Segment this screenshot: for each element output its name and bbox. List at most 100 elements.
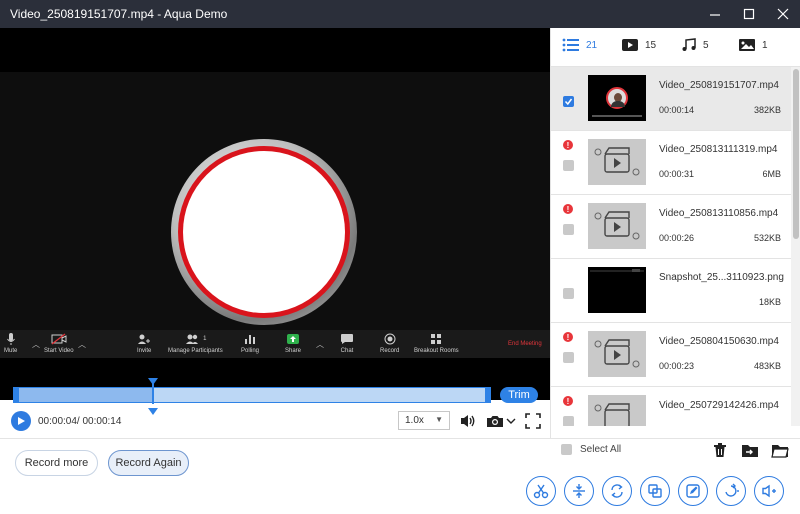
checkbox[interactable] <box>563 416 574 426</box>
move-to-folder-icon[interactable] <box>737 438 763 462</box>
participants-control: 1 Manage Participants <box>168 332 223 354</box>
select-all-checkbox[interactable] <box>561 444 572 455</box>
trim-end-handle[interactable] <box>485 387 491 403</box>
list-item[interactable]: ! Video_250804150630.mp4 00:00:23 483KB <box>551 323 791 387</box>
participants-icon: 1 <box>184 332 207 346</box>
tab-video[interactable]: 15 <box>621 38 656 52</box>
avatar <box>606 87 628 109</box>
fullscreen-icon[interactable] <box>523 411 543 431</box>
video-placeholder-icon <box>594 403 630 426</box>
select-all[interactable]: Select All <box>561 444 621 455</box>
maximize-icon[interactable] <box>732 0 766 28</box>
list-item[interactable]: Video_250819151707.mp4 00:00:14 382KB <box>551 67 791 131</box>
breakout-rooms-icon <box>430 332 442 346</box>
title-bar: Video_250819151707.mp4 - Aqua Demo <box>0 0 800 28</box>
chat-icon <box>340 332 354 346</box>
checkbox[interactable] <box>563 160 574 171</box>
camera-off-icon <box>51 332 67 346</box>
checkbox[interactable] <box>563 288 574 299</box>
convert-icon[interactable] <box>716 476 746 506</box>
invite-icon <box>137 332 151 346</box>
list-item[interactable]: ! Video_250813110856.mp4 00:00:26 532KB <box>551 195 791 259</box>
speed-select[interactable]: 1.0x ▼ <box>398 411 450 430</box>
warning-icon: ! <box>563 332 573 342</box>
record-more-button[interactable]: Record more <box>15 450 98 476</box>
list-item[interactable]: ! Video_250729142426.mp4 <box>551 387 791 426</box>
thumbnail <box>588 203 646 249</box>
list-item[interactable]: ! Video_250813111319.mp4 00:00:31 6MB <box>551 131 791 195</box>
list-icon <box>562 38 579 52</box>
time-readout: 00:00:04/ 00:00:14 <box>38 416 122 427</box>
scissors-icon[interactable] <box>526 476 556 506</box>
checkbox[interactable] <box>563 352 574 363</box>
tab-audio[interactable]: 5 <box>681 38 709 52</box>
thumbnail <box>588 267 646 313</box>
scrollbar[interactable] <box>791 67 800 426</box>
warning-icon: ! <box>563 204 573 214</box>
check-icon <box>564 98 573 106</box>
thumbnail <box>588 75 646 121</box>
snapshot-camera-icon[interactable] <box>485 411 505 431</box>
video-icon <box>622 39 638 51</box>
trim-start-handle[interactable] <box>13 387 19 403</box>
checkbox[interactable] <box>563 96 574 107</box>
breakout-control: Breakout Rooms <box>414 332 459 354</box>
video-placeholder-icon <box>594 211 640 240</box>
minimize-icon[interactable] <box>698 0 732 28</box>
play-icon <box>18 417 25 425</box>
merge-icon[interactable] <box>640 476 670 506</box>
start-video-control: Start Video <box>44 332 74 354</box>
player-area: Mute ︿ Start Video ︿ Invite 1 Manage Par… <box>0 28 550 514</box>
playhead-triangle-icon[interactable] <box>148 378 158 385</box>
tab-all[interactable]: 21 <box>562 38 597 52</box>
checkbox[interactable] <box>563 224 574 235</box>
warning-icon: ! <box>563 396 573 406</box>
media-type-tabs: 21 15 5 1 <box>551 28 800 64</box>
volume-icon[interactable] <box>458 411 478 431</box>
video-caret-icon: ︿ <box>78 340 86 349</box>
trash-icon[interactable] <box>707 438 733 462</box>
invite-control: Invite <box>137 332 151 354</box>
close-icon[interactable] <box>766 0 800 28</box>
polling-icon <box>244 332 256 346</box>
mute-control: Mute <box>4 332 17 354</box>
volume-plus-icon[interactable] <box>754 476 784 506</box>
playhead-marker-icon[interactable] <box>148 408 158 415</box>
share-control: Share <box>285 332 301 354</box>
music-icon <box>682 38 696 51</box>
trim-button[interactable]: Trim <box>500 387 538 403</box>
thumbnail <box>588 395 646 426</box>
video-preview[interactable]: Mute ︿ Start Video ︿ Invite 1 Manage Par… <box>0 28 550 400</box>
rotate-icon[interactable] <box>602 476 632 506</box>
end-meeting-label: End Meeting <box>508 341 542 347</box>
compress-icon[interactable] <box>564 476 594 506</box>
file-list: Video_250819151707.mp4 00:00:14 382KB ! … <box>551 66 800 426</box>
play-button[interactable] <box>11 411 31 431</box>
edit-icon[interactable] <box>678 476 708 506</box>
video-placeholder-icon <box>594 339 640 368</box>
mute-caret-icon: ︿ <box>32 340 40 349</box>
thumbnail <box>588 331 646 377</box>
snapshot-chevron-down-icon[interactable] <box>505 414 517 428</box>
warning-icon: ! <box>563 140 573 150</box>
share-caret-icon: ︿ <box>316 340 324 349</box>
open-folder-icon[interactable] <box>767 438 793 462</box>
meeting-frame <box>0 72 550 330</box>
scrollbar-thumb[interactable] <box>793 69 799 239</box>
chat-control: Chat <box>340 332 354 354</box>
meeting-toolbar: Mute ︿ Start Video ︿ Invite 1 Manage Par… <box>0 330 550 358</box>
tab-images[interactable]: 1 <box>738 38 768 52</box>
list-item[interactable]: Snapshot_25...3110923.png 18KB <box>551 259 791 323</box>
timeline-track[interactable] <box>13 387 491 403</box>
polling-control: Polling <box>241 332 259 354</box>
thumbnail <box>588 139 646 185</box>
image-icon <box>739 39 755 51</box>
record-again-button[interactable]: Record Again <box>108 450 189 476</box>
timeline-progress <box>14 388 153 402</box>
avatar-circle <box>183 151 345 313</box>
media-library-panel: 21 15 5 1 Video_250819151707.mp4 00:00:1… <box>550 28 800 458</box>
chevron-down-icon: ▼ <box>435 415 443 424</box>
microphone-icon <box>6 332 16 346</box>
record-icon <box>384 332 396 346</box>
record-control: Record <box>380 332 399 354</box>
